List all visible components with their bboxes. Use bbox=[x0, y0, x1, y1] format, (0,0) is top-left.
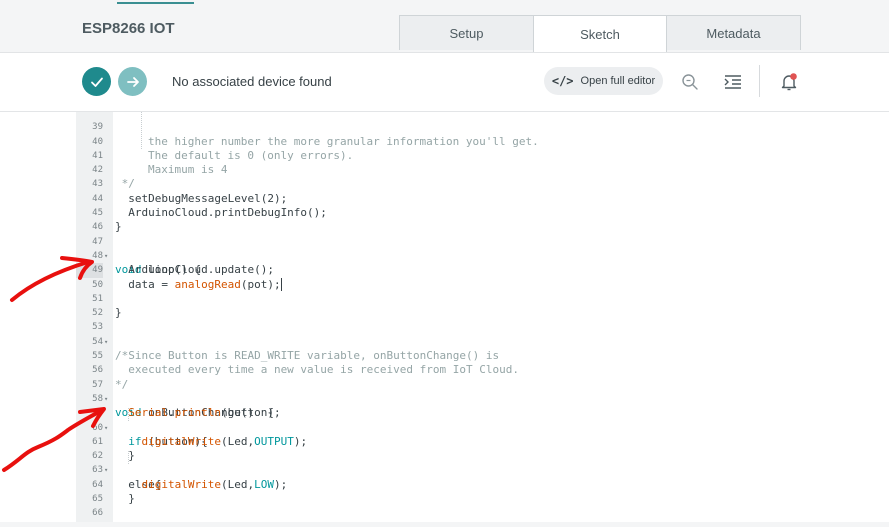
open-full-editor-button[interactable]: </> Open full editor bbox=[544, 67, 663, 95]
code-line: 63 digitalWrite(Led,LOW); bbox=[0, 449, 889, 490]
top-accent-bar bbox=[117, 2, 194, 4]
code-line: 55 executed every time a new value is re… bbox=[0, 335, 889, 376]
top-bar: ESP8266 IOT Setup Sketch Metadata bbox=[0, 0, 889, 53]
checkmark-icon bbox=[90, 77, 103, 87]
upload-button[interactable] bbox=[118, 67, 147, 96]
code-line: 40 The default is 0 (only errors). bbox=[0, 120, 889, 162]
code-line: 66 } bbox=[0, 492, 889, 527]
code-line: 47 ▾ void loop() { bbox=[0, 220, 889, 277]
bell-icon[interactable] bbox=[778, 71, 800, 93]
thing-title: ESP8266 IOT bbox=[82, 20, 175, 37]
tab-setup[interactable]: Setup bbox=[399, 15, 534, 50]
code-line: 64 } bbox=[0, 464, 889, 505]
indent-guide bbox=[128, 451, 129, 464]
code-line: 62 ▾ else{ bbox=[0, 435, 889, 491]
tab-bar: Setup Sketch Metadata bbox=[399, 15, 801, 52]
indent-guide bbox=[141, 112, 142, 149]
code-line: 52 bbox=[0, 292, 889, 318]
verify-button[interactable] bbox=[82, 67, 111, 96]
bottom-border bbox=[0, 522, 889, 527]
code-line: 45 } bbox=[0, 192, 889, 233]
code-line: 44 ArduinoCloud.printDebugInfo(); bbox=[0, 178, 889, 219]
code-line: 59 ▾ if (button){ bbox=[0, 392, 889, 448]
code-line: 48 ArduinoCloud.update(); bbox=[0, 235, 889, 276]
toolbar-divider bbox=[759, 65, 760, 97]
code-icon: </> bbox=[551, 74, 574, 88]
tab-sketch[interactable]: Sketch bbox=[533, 15, 667, 52]
code-line: 41 Maximum is 4 bbox=[0, 135, 889, 176]
search-icon[interactable] bbox=[679, 71, 701, 93]
arrow-right-icon bbox=[126, 76, 139, 87]
code-line-active: 49 data = analogRead(pot); bbox=[0, 249, 889, 292]
open-full-editor-label: Open full editor bbox=[580, 75, 656, 87]
editor-toolbar: No associated device found </> Open full… bbox=[0, 53, 889, 112]
indent-icon[interactable] bbox=[722, 71, 744, 93]
code-line: 42 */ bbox=[0, 149, 889, 190]
code-line: 39 the higher number the more granular i… bbox=[0, 112, 889, 147]
code-line: 50 bbox=[0, 263, 889, 290]
code-line: 51 } bbox=[0, 278, 889, 319]
code-line: 57 ▾ void onButtonChange() { bbox=[0, 363, 889, 420]
code-editor[interactable]: 39 the higher number the more granular i… bbox=[0, 112, 889, 527]
code-line: 46 bbox=[0, 206, 889, 232]
code-line: 61 } bbox=[0, 421, 889, 462]
code-line: 43 setDebugMessageLevel(2); bbox=[0, 163, 889, 204]
device-status: No associated device found bbox=[172, 74, 332, 89]
code-line: 54 Since Button is READ_WRITE variable, … bbox=[0, 321, 889, 362]
code-line: 65 bbox=[0, 478, 889, 504]
indent-guide bbox=[128, 408, 129, 421]
code-line: 58 Serial.println(button); bbox=[0, 378, 889, 419]
code-line: 60 digitalWrite(Led,OUTPUT); bbox=[0, 406, 889, 448]
code-line: 56 */ bbox=[0, 349, 889, 390]
tab-metadata[interactable]: Metadata bbox=[666, 15, 801, 50]
code-line: 67 bbox=[0, 506, 889, 527]
code-line: 53 ▾ /* bbox=[0, 306, 889, 362]
